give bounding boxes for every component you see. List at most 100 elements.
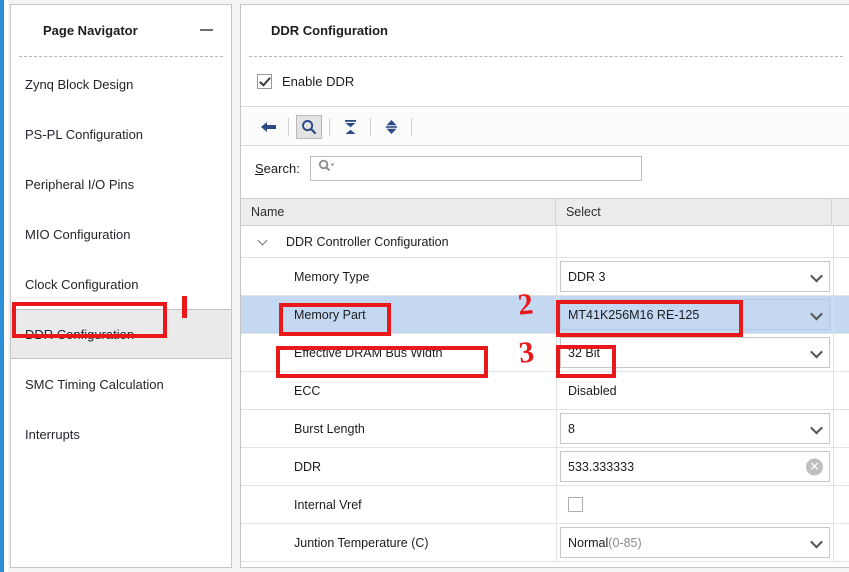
sidebar-item-smc-timing-calculation[interactable]: SMC Timing Calculation <box>11 359 231 409</box>
chevron-down-icon[interactable] <box>810 307 823 320</box>
internal-vref-checkbox[interactable] <box>568 497 583 512</box>
dropdown-value-range: (0-85) <box>608 535 642 550</box>
row-value-cell: DDR 3 <box>557 258 834 295</box>
sidebar-item-label: PS-PL Configuration <box>25 126 144 142</box>
row-name-cell: Effective DRAM Bus Width <box>241 334 557 371</box>
column-header-select[interactable]: Select <box>556 199 833 225</box>
toolbar-separator <box>370 117 371 136</box>
chevron-down-icon[interactable] <box>810 269 823 282</box>
row-value-cell: MT41K256M16 RE-125 <box>557 296 834 333</box>
sidebar-item-clock-configuration[interactable]: Clock Configuration <box>11 259 231 309</box>
page-title: DDR Configuration <box>271 23 388 38</box>
dropdown-value: DDR 3 <box>568 269 606 284</box>
search-label-mnemonic: S <box>255 160 264 176</box>
expand-all-icon[interactable] <box>378 115 404 139</box>
clear-circle-icon[interactable]: ✕ <box>806 458 823 475</box>
row-label: DDR Controller Configuration <box>286 234 449 249</box>
collapse-all-icon[interactable] <box>337 115 363 139</box>
sidebar-divider <box>19 56 223 57</box>
row-extra-cell <box>834 226 849 257</box>
chevron-down-icon[interactable] <box>810 345 823 358</box>
memory-type-row[interactable]: Memory Type DDR 3 <box>241 258 849 296</box>
sidebar-item-label: Zynq Block Design <box>25 76 134 92</box>
row-label: Juntion Temperature (C) <box>294 535 429 550</box>
page-navigator-title: Page Navigator <box>43 23 138 38</box>
junction-temperature-row[interactable]: Juntion Temperature (C) Normal (0-85) <box>241 524 849 562</box>
sidebar-item-label: DDR Configuration <box>25 326 135 342</box>
effective-dram-bus-width-dropdown[interactable]: 32 Bit <box>560 337 830 368</box>
row-label: Effective DRAM Bus Width <box>294 345 443 360</box>
ecc-row[interactable]: ECC Disabled <box>241 372 849 410</box>
row-label: Memory Part <box>294 307 366 322</box>
search-input[interactable] <box>309 155 642 181</box>
row-extra-cell <box>834 372 849 409</box>
row-label: Memory Type <box>294 269 370 284</box>
row-name-cell: Burst Length <box>241 410 557 447</box>
row-value-cell: 8 <box>557 410 834 447</box>
row-value-cell <box>557 226 834 257</box>
effective-dram-bus-width-row[interactable]: Effective DRAM Bus Width 32 Bit <box>241 334 849 372</box>
row-extra-cell <box>834 486 849 523</box>
search-label-rest: earch: <box>263 160 300 176</box>
row-name-cell: DDR Controller Configuration <box>241 226 557 257</box>
toolbar-separator <box>329 117 330 136</box>
row-extra-cell <box>834 410 849 447</box>
search-icon[interactable] <box>296 114 322 139</box>
junction-temperature-dropdown[interactable]: Normal (0-85) <box>560 527 830 558</box>
sidebar-item-mio-configuration[interactable]: MIO Configuration <box>11 209 231 259</box>
internal-vref-row[interactable]: Internal Vref <box>241 486 849 524</box>
row-extra-cell <box>834 334 849 371</box>
sidebar-item-label: MIO Configuration <box>25 226 131 242</box>
dropdown-value: 8 <box>568 421 575 436</box>
sidebar-item-ps-pl-configuration[interactable]: PS-PL Configuration <box>11 109 231 159</box>
input-value: 533.333333 <box>568 459 635 474</box>
minimize-icon[interactable] <box>200 29 213 31</box>
row-value-cell <box>557 486 834 523</box>
sidebar-item-peripheral-io-pins[interactable]: Peripheral I/O Pins <box>11 159 231 209</box>
dropdown-value: 32 Bit <box>568 345 600 360</box>
burst-length-dropdown[interactable]: 8 <box>560 413 830 444</box>
row-value-cell: 32 Bit <box>557 334 834 371</box>
sidebar-item-zynq-block-design[interactable]: Zynq Block Design <box>11 59 231 109</box>
chevron-down-icon[interactable] <box>810 535 823 548</box>
back-arrow-icon[interactable] <box>255 115 281 139</box>
table-row-group-ddr-controller-configuration[interactable]: DDR Controller Configuration <box>241 226 849 258</box>
memory-type-dropdown[interactable]: DDR 3 <box>560 261 830 292</box>
window-edge-gap <box>4 0 8 572</box>
sidebar-item-ddr-configuration[interactable]: DDR Configuration <box>11 309 231 359</box>
ddr-frequency-input[interactable]: 533.333333 ✕ <box>560 451 830 482</box>
row-value-cell: Disabled <box>557 372 834 409</box>
enable-ddr-label: Enable DDR <box>282 74 355 89</box>
dropdown-value: Normal <box>568 535 609 550</box>
row-name-cell: ECC <box>241 372 557 409</box>
page-navigator-panel: Page Navigator Zynq Block Design PS-PL C… <box>10 4 232 568</box>
memory-part-dropdown[interactable]: MT41K256M16 RE-125 <box>560 299 830 330</box>
table-toolbar <box>241 108 849 146</box>
app-root: Page Navigator Zynq Block Design PS-PL C… <box>0 0 849 572</box>
column-header-extra <box>832 199 849 225</box>
row-extra-cell <box>834 524 849 561</box>
search-label: Search: <box>255 161 300 176</box>
search-row: Search: <box>241 147 849 189</box>
row-value-cell: Normal (0-85) <box>557 524 834 561</box>
row-name-cell: DDR <box>241 448 557 485</box>
row-name-cell: Memory Type <box>241 258 557 295</box>
row-name-cell: Internal Vref <box>241 486 557 523</box>
enable-ddr-checkbox[interactable] <box>257 74 272 89</box>
toolbar-separator <box>411 117 412 136</box>
row-label: DDR <box>294 459 322 474</box>
row-label: Internal Vref <box>294 497 362 512</box>
chevron-down-icon[interactable] <box>810 421 823 434</box>
search-dropdown-icon[interactable] <box>318 159 336 177</box>
row-extra-cell <box>834 448 849 485</box>
toolbar-separator <box>288 117 289 136</box>
sidebar-item-interrupts[interactable]: Interrupts <box>11 409 231 459</box>
burst-length-row[interactable]: Burst Length 8 <box>241 410 849 448</box>
memory-part-row[interactable]: Memory Part MT41K256M16 RE-125 <box>241 296 849 334</box>
page-navigator-list: Zynq Block Design PS-PL Configuration Pe… <box>11 59 231 459</box>
row-extra-cell <box>834 296 849 333</box>
ddr-configuration-panel: DDR Configuration Enable DDR Search: Nam… <box>240 4 849 568</box>
ddr-frequency-row[interactable]: DDR 533.333333 ✕ <box>241 448 849 486</box>
row-name-cell: Juntion Temperature (C) <box>241 524 557 561</box>
column-header-name[interactable]: Name <box>241 199 556 225</box>
